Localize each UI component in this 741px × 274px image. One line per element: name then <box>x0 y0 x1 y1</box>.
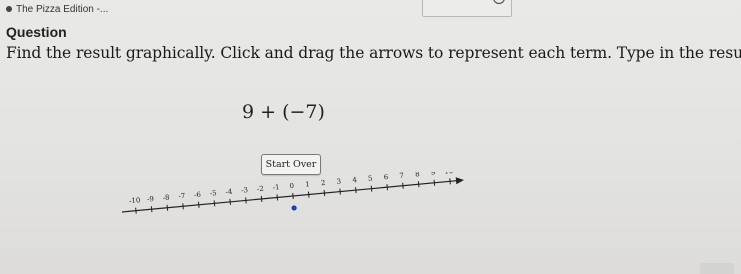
tick-label: -10 <box>129 196 141 205</box>
draggable-point-handle[interactable] <box>291 205 297 211</box>
status-dot-icon <box>6 6 12 12</box>
tick-label: 8 <box>415 172 420 178</box>
tick-label: 4 <box>352 176 358 184</box>
tick-mark <box>402 182 404 189</box>
tick-mark <box>260 195 263 202</box>
tick-mark <box>229 198 231 205</box>
tick-mark <box>433 179 436 186</box>
tick-label: 2 <box>321 179 326 187</box>
question-instructions: Find the result graphically. Click and d… <box>6 44 741 62</box>
tick-mark <box>307 191 310 198</box>
tick-mark <box>197 201 200 208</box>
tick-label: 10 <box>444 172 454 176</box>
number-line[interactable]: -10-9-8-7-6-5-4-3-2-1012345678910 <box>112 172 472 232</box>
tick-mark <box>213 200 216 207</box>
tab-title-text: The Pizza Edition -... <box>16 3 109 15</box>
tick-label: 5 <box>368 175 373 183</box>
tick-mark <box>182 203 184 210</box>
tick-label: 9 <box>431 172 436 177</box>
math-expression: 9 + (−7) <box>242 101 325 123</box>
tick-label: -1 <box>272 183 280 192</box>
tick-mark <box>292 192 294 200</box>
tick-label: -7 <box>178 192 186 201</box>
tick-label: -2 <box>257 185 265 194</box>
tick-mark <box>276 194 279 201</box>
tick-mark <box>339 188 341 195</box>
tick-label: 0 <box>289 182 294 190</box>
tick-mark <box>150 206 153 213</box>
tick-label: -4 <box>225 188 233 197</box>
tick-mark <box>355 187 357 194</box>
tick-label: -9 <box>147 195 155 204</box>
tick-label: -8 <box>162 194 170 203</box>
corner-tab <box>700 263 734 274</box>
tick-mark <box>135 207 137 214</box>
tab-title[interactable]: The Pizza Edition -... <box>6 3 108 15</box>
tick-mark <box>245 197 247 204</box>
tick-label: -6 <box>194 191 202 200</box>
tick-mark <box>417 181 420 188</box>
tick-mark <box>166 204 169 211</box>
chevron-icon[interactable] <box>493 0 505 4</box>
tick-label: -3 <box>241 186 249 195</box>
tick-label: 6 <box>383 173 389 181</box>
arrowhead-icon <box>455 177 464 185</box>
tick-mark <box>449 178 451 185</box>
tick-mark <box>370 185 373 192</box>
tick-label: 7 <box>399 172 404 180</box>
question-label: Question <box>6 24 67 40</box>
tick-label: 3 <box>336 177 341 185</box>
tick-label: -5 <box>209 189 217 198</box>
tick-mark <box>386 184 389 191</box>
tick-mark <box>323 190 326 197</box>
tick-label: 1 <box>305 180 310 188</box>
top-panel-box[interactable] <box>422 0 512 17</box>
